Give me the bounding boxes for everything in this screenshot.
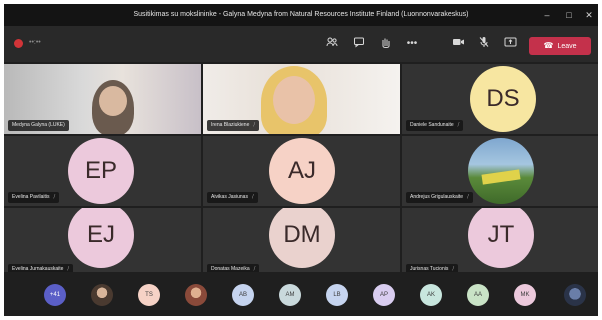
camera-icon[interactable] [450, 36, 466, 52]
participant-chip[interactable]: AB [232, 284, 254, 306]
participant-tile[interactable]: Medyna Galyna (LUKE) [4, 64, 201, 134]
avatar-initials: JT [487, 221, 515, 248]
window-title: Susitikimas su mokslininke - Galyna Medy… [133, 11, 469, 18]
avatar-initials: DM [283, 221, 321, 248]
participant-name: Daniele Sandunaite [410, 122, 454, 128]
chip-label: AP [379, 292, 388, 298]
video-grid: Medyna Galyna (LUKE) Irena Blaziukiene ⧸ … [4, 64, 598, 278]
chip-label: TS [145, 292, 153, 298]
participant-tile[interactable]: DS Daniele Sandunaite ⧸ [402, 64, 598, 134]
mic-muted-icon: ⧸ [253, 122, 256, 128]
participant-tile[interactable]: AJ Aivikas Jasiunas ⧸ [203, 136, 400, 206]
mic-muted-icon: ⧸ [53, 194, 56, 200]
participant-face [99, 86, 127, 116]
mic-muted-icon: ⧸ [251, 194, 254, 200]
people-icon[interactable] [324, 36, 340, 52]
participant-nameplate: Aivikas Jasiunas ⧸ [207, 192, 258, 203]
participant-name: Aivikas Jasiunas [211, 194, 248, 200]
participant-avatar: DS [470, 66, 536, 132]
participant-tile[interactable]: EJ Evelina Jurnakauskaite ⧸ [4, 208, 201, 278]
participant-avatar: DM [269, 208, 335, 268]
avatar-initials: AJ [287, 157, 316, 184]
meeting-toolbar: ••:•• ••• ☎ Leave [4, 26, 598, 62]
participant-avatar: EP [68, 138, 134, 204]
participant-avatar: AJ [269, 138, 335, 204]
share-screen-icon[interactable] [502, 36, 518, 52]
more-participants-chip[interactable]: +41 [44, 284, 66, 306]
chip-label: AM [285, 292, 295, 298]
chip-label: AB [238, 292, 247, 298]
phone-hangup-icon: ☎ [543, 41, 554, 50]
participant-chip[interactable]: LB [326, 284, 348, 306]
participant-name: Evelina Pavilaitis [12, 194, 50, 200]
chip-label: LB [333, 292, 341, 298]
participant-tile[interactable]: JT Jurisnas Tucionis ⧸ [402, 208, 598, 278]
chip-label: AA [473, 292, 482, 298]
participant-name: Andrejus Grigulauskaite [410, 194, 464, 200]
participant-photo-chip[interactable] [91, 284, 113, 306]
participant-tile[interactable]: Irena Blaziukiene ⧸ [203, 64, 400, 134]
meeting-timer: ••:•• [29, 39, 41, 46]
participant-tile[interactable]: Andrejus Grigulauskaite ⧸ [402, 136, 598, 206]
leave-button[interactable]: ☎ Leave [529, 37, 591, 55]
photo-object [481, 169, 521, 185]
participant-avatar: JT [468, 208, 534, 268]
participant-photo-chip[interactable] [564, 284, 586, 306]
participant-nameplate: Medyna Galyna (LUKE) [8, 120, 69, 131]
participant-nameplate: Daniele Sandunaite ⧸ [406, 120, 464, 131]
participant-avatar: EJ [68, 208, 134, 268]
chip-label: MK [520, 292, 530, 298]
close-window-button[interactable]: ✕ [578, 4, 598, 26]
participant-name: Irena Blaziukiene [211, 122, 250, 128]
minimize-button[interactable]: – [536, 4, 558, 26]
recording-icon [14, 39, 23, 48]
teams-meeting-window: Susitikimas su mokslininke - Galyna Medy… [4, 4, 598, 316]
raise-hand-icon[interactable] [377, 36, 393, 52]
avatar-initials: EJ [86, 221, 115, 248]
chat-icon[interactable] [351, 36, 367, 52]
more-options-button[interactable]: ••• [404, 36, 420, 52]
participant-photo-avatar [468, 138, 534, 204]
participant-chip[interactable]: AM [279, 284, 301, 306]
avatar-initials: EP [84, 157, 117, 184]
participant-chip[interactable]: TS [138, 284, 160, 306]
leave-label: Leave [557, 43, 577, 50]
mic-muted-icon: ⧸ [457, 122, 460, 128]
participant-name: Medyna Galyna (LUKE) [12, 122, 65, 128]
participant-nameplate: Evelina Pavilaitis ⧸ [8, 192, 60, 203]
participant-chip[interactable]: AK [420, 284, 442, 306]
chip-label: AK [426, 292, 435, 298]
avatar-initials: DS [486, 85, 520, 112]
participant-nameplate: Andrejus Grigulauskaite ⧸ [406, 192, 473, 203]
mic-muted-icon: ⧸ [467, 194, 469, 200]
participant-face [273, 76, 315, 124]
participant-photo-chip[interactable] [185, 284, 207, 306]
title-bar: Susitikimas su mokslininke - Galyna Medy… [4, 4, 598, 26]
participant-nameplate: Irena Blaziukiene ⧸ [207, 120, 260, 131]
participant-strip: +41 TS AB AM LB AP AK AA MK [4, 272, 598, 316]
mic-icon[interactable] [476, 36, 492, 52]
participant-chip[interactable]: AP [373, 284, 395, 306]
participant-tile[interactable]: EP Evelina Pavilaitis ⧸ [4, 136, 201, 206]
participant-chip[interactable]: AA [467, 284, 489, 306]
participant-tile[interactable]: DM Donatas Mazeika ⧸ [203, 208, 400, 278]
chip-label: +41 [49, 292, 61, 298]
maximize-button[interactable]: □ [558, 4, 580, 26]
participant-chip[interactable]: MK [514, 284, 536, 306]
